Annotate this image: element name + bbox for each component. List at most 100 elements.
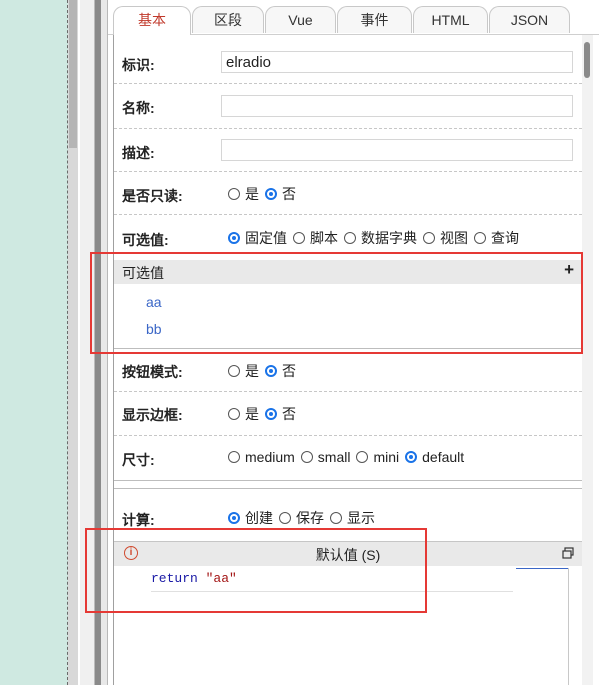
tab-basic[interactable]: 基本 <box>113 6 191 35</box>
identifier-label: 标识: <box>122 57 155 73</box>
name-input[interactable] <box>221 95 573 117</box>
splitter-bar[interactable] <box>80 0 95 685</box>
editor-ruler <box>516 568 568 569</box>
option-label: 查询 <box>491 230 519 246</box>
radio-button[interactable] <box>228 451 240 463</box>
default-value-header: i 默认值 (S) <box>114 541 582 566</box>
option-label: medium <box>245 449 295 465</box>
field-row-name: 名称: <box>114 84 582 129</box>
tab-section[interactable]: 区段 <box>192 6 264 33</box>
field-row-options-source: 可选值: 固定值 脚本 数据字典 视图 查询 <box>114 215 582 259</box>
section-divider <box>114 487 582 489</box>
description-input[interactable] <box>221 139 573 161</box>
size-option-mini[interactable]: mini <box>356 449 399 465</box>
radio-button[interactable] <box>293 232 305 244</box>
option-label: 显示 <box>347 510 375 526</box>
left-panel-background <box>0 0 72 685</box>
show-border-option-no[interactable]: 否 <box>265 404 296 424</box>
description-label: 描述: <box>122 145 155 161</box>
radio-button-selected[interactable] <box>405 451 418 463</box>
radio-button[interactable] <box>330 512 342 524</box>
compute-option-display[interactable]: 显示 <box>330 508 375 528</box>
button-mode-radio-group: 是 否 <box>228 361 302 381</box>
radio-button[interactable] <box>279 512 291 524</box>
options-source-query[interactable]: 查询 <box>474 228 519 248</box>
code-keyword: return <box>151 571 198 586</box>
option-label: 否 <box>282 363 296 379</box>
tab-events[interactable]: 事件 <box>337 6 412 33</box>
options-list-header: 可选值 + <box>114 260 582 284</box>
option-label: 否 <box>282 186 296 202</box>
button-mode-label: 按钮模式: <box>122 364 183 380</box>
options-source-view[interactable]: 视图 <box>423 228 468 248</box>
option-label: 保存 <box>296 510 324 526</box>
radio-button-selected[interactable] <box>265 365 277 377</box>
field-row-readonly: 是否只读: 是 否 <box>114 172 582 215</box>
editor-scroll-edge <box>568 568 569 685</box>
compute-option-save[interactable]: 保存 <box>279 508 324 528</box>
radio-button[interactable] <box>423 232 435 244</box>
field-row-description: 描述: <box>114 129 582 172</box>
panel-scrollbar-thumb[interactable] <box>584 42 590 78</box>
option-label: default <box>422 449 465 465</box>
size-option-default[interactable]: default <box>405 449 464 465</box>
property-tabs: 基本 区段 Vue 事件 HTML JSON <box>108 0 599 35</box>
button-mode-option-no[interactable]: 否 <box>265 361 296 381</box>
default-value-code-editor[interactable]: return "aa" <box>151 569 513 592</box>
default-value-title: 默认值 (S) <box>315 547 381 563</box>
field-row-compute: 计算: 创建 保存 显示 <box>114 496 582 538</box>
radio-button[interactable] <box>228 188 240 200</box>
option-label: 是 <box>245 186 259 202</box>
compute-radio-group: 创建 保存 显示 <box>228 508 381 528</box>
show-border-option-yes[interactable]: 是 <box>228 404 259 424</box>
code-string: "aa" <box>205 571 237 586</box>
options-source-script[interactable]: 脚本 <box>293 228 338 248</box>
panel-scrollbar-track[interactable] <box>582 35 593 685</box>
compute-label: 计算: <box>122 512 155 528</box>
option-label: 是 <box>245 406 259 422</box>
option-label: small <box>317 449 351 465</box>
field-row-size: 尺寸: medium small mini default <box>114 436 582 481</box>
options-list-title: 可选值 <box>122 265 164 281</box>
tab-json[interactable]: JSON <box>489 6 570 33</box>
tab-vue[interactable]: Vue <box>265 6 336 33</box>
readonly-option-no[interactable]: 否 <box>265 184 296 204</box>
options-source-radio-group: 固定值 脚本 数据字典 视图 查询 <box>228 228 525 248</box>
show-border-radio-group: 是 否 <box>228 404 302 424</box>
option-item-bb[interactable]: bb <box>146 321 162 337</box>
size-option-medium[interactable]: medium <box>228 449 295 465</box>
options-source-dictionary[interactable]: 数据字典 <box>344 228 417 248</box>
radio-button[interactable] <box>474 232 486 244</box>
radio-button[interactable] <box>344 232 356 244</box>
option-label: 脚本 <box>310 230 338 246</box>
restore-window-icon[interactable] <box>562 547 574 559</box>
radio-button-selected[interactable] <box>265 188 277 200</box>
radio-button[interactable] <box>356 451 369 463</box>
option-label: 数据字典 <box>361 230 417 246</box>
button-mode-option-yes[interactable]: 是 <box>228 361 259 381</box>
radio-button[interactable] <box>228 408 240 420</box>
readonly-radio-group: 是 否 <box>228 184 302 204</box>
radio-button-selected[interactable] <box>228 512 240 524</box>
options-source-label: 可选值: <box>122 232 169 248</box>
compute-option-create[interactable]: 创建 <box>228 508 273 528</box>
radio-button-selected[interactable] <box>228 232 240 244</box>
plus-icon[interactable]: + <box>564 260 574 280</box>
option-item-aa[interactable]: aa <box>146 294 162 310</box>
readonly-option-yes[interactable]: 是 <box>228 184 259 204</box>
identifier-input[interactable] <box>221 51 573 73</box>
tab-html[interactable]: HTML <box>413 6 488 33</box>
left-dashed-divider <box>67 0 68 685</box>
field-row-show-border: 显示边框: 是 否 <box>114 392 582 436</box>
size-radio-group: medium small mini default <box>228 449 470 465</box>
radio-button[interactable] <box>228 365 240 377</box>
radio-button-selected[interactable] <box>265 408 277 420</box>
size-option-small[interactable]: small <box>300 449 351 465</box>
option-label: 否 <box>282 406 296 422</box>
option-label: mini <box>373 449 400 465</box>
left-scrollbar-thumb[interactable] <box>69 0 77 148</box>
option-label: 创建 <box>245 510 273 526</box>
radio-button[interactable] <box>300 451 313 463</box>
options-source-fixed[interactable]: 固定值 <box>228 228 287 248</box>
option-label: 是 <box>245 363 259 379</box>
